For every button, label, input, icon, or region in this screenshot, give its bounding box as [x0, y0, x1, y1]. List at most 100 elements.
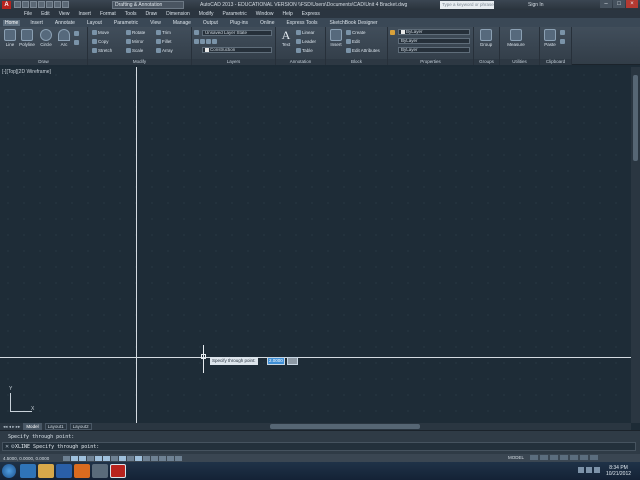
- layer-properties-button[interactable]: [194, 29, 199, 36]
- quick-view-layouts-icon[interactable]: [530, 455, 538, 460]
- utilities-panel-title[interactable]: Utilities: [500, 59, 539, 65]
- search-input[interactable]: Type a keyword or phrase: [440, 1, 494, 9]
- snap-toggle[interactable]: [71, 455, 78, 461]
- annotation-scale-icon[interactable]: [550, 455, 558, 460]
- autocad-app-icon[interactable]: A: [2, 1, 11, 9]
- firefox-taskbar-icon[interactable]: [74, 464, 90, 478]
- command-close-icon[interactable]: ✕ ⚙: [5, 444, 15, 450]
- match-properties-button[interactable]: [390, 29, 395, 36]
- model-space-button[interactable]: MODEL: [508, 455, 524, 460]
- workspace-select[interactable]: Drafting & Annotation: [112, 1, 184, 9]
- redo-icon[interactable]: [62, 1, 69, 8]
- menu-view[interactable]: View: [59, 11, 70, 17]
- block-panel-title[interactable]: Block: [326, 59, 387, 65]
- autocad-taskbar-icon[interactable]: [110, 464, 126, 478]
- measure-button[interactable]: Measure: [504, 29, 528, 47]
- polyline-button[interactable]: Polyline: [19, 29, 35, 47]
- copy-clip-button[interactable]: [560, 38, 565, 45]
- drawing-area[interactable]: [-][Top][2D Wireframe] Specify through p…: [0, 67, 631, 423]
- print-icon[interactable]: [46, 1, 53, 8]
- ortho-toggle[interactable]: [87, 455, 94, 461]
- menu-file[interactable]: File: [24, 11, 32, 17]
- mirror-button[interactable]: Mirror: [126, 38, 144, 45]
- qp-toggle[interactable]: [159, 455, 166, 461]
- sign-in-link[interactable]: Sign In: [528, 2, 544, 8]
- new-icon[interactable]: [14, 1, 21, 8]
- draw-panel-title[interactable]: Draw: [0, 59, 87, 65]
- ducs-toggle[interactable]: [127, 455, 134, 461]
- media-taskbar-icon[interactable]: [92, 464, 108, 478]
- tab-output[interactable]: Output: [201, 20, 220, 26]
- isolate-objects-icon[interactable]: [580, 455, 588, 460]
- properties-panel-title[interactable]: Properties: [388, 59, 473, 65]
- horizontal-scroll-thumb[interactable]: [270, 424, 420, 429]
- table-button[interactable]: Table: [296, 47, 313, 54]
- tab-view[interactable]: View: [148, 20, 163, 26]
- lock-ui-icon[interactable]: [570, 455, 578, 460]
- menu-modify[interactable]: Modify: [199, 11, 214, 17]
- modify-panel-title[interactable]: Modify: [88, 59, 191, 65]
- minimize-button[interactable]: –: [600, 0, 612, 8]
- hatch-tool[interactable]: [74, 39, 79, 46]
- arc-button[interactable]: Arc: [56, 29, 72, 47]
- undo-icon[interactable]: [54, 1, 61, 8]
- ie-taskbar-icon[interactable]: [20, 464, 36, 478]
- line-button[interactable]: Line: [2, 29, 18, 47]
- flag-icon[interactable]: [594, 467, 600, 473]
- volume-icon[interactable]: [586, 467, 592, 473]
- start-button[interactable]: [2, 464, 16, 478]
- osnap-toggle[interactable]: [103, 455, 110, 461]
- restore-button[interactable]: □: [613, 0, 625, 8]
- am-toggle[interactable]: [175, 455, 182, 461]
- dyn-toggle[interactable]: [135, 455, 142, 461]
- tab-sketchbook-designer[interactable]: SketchBook Designer: [328, 20, 380, 26]
- coordinate-readout[interactable]: 4.5000, 0.0000, 0.0000: [3, 456, 63, 461]
- edit-attributes-button[interactable]: Edit Attributes: [346, 47, 380, 54]
- word-taskbar-icon[interactable]: [56, 464, 72, 478]
- circle-button[interactable]: Circle: [38, 29, 54, 47]
- stretch-button[interactable]: Stretch: [92, 47, 112, 54]
- linetype-select[interactable]: ByLayer: [398, 38, 470, 44]
- array-button[interactable]: Array: [156, 47, 173, 54]
- construction-line-horizontal[interactable]: [0, 357, 631, 358]
- taskbar-clock[interactable]: 8:34 PM 10/21/2012: [606, 465, 631, 477]
- rotate-button[interactable]: Rotate: [126, 29, 145, 36]
- polar-toggle[interactable]: [95, 455, 102, 461]
- leader-button[interactable]: Leader: [296, 38, 316, 45]
- group-button[interactable]: Group: [478, 29, 494, 47]
- lwt-toggle[interactable]: [143, 455, 150, 461]
- dynamic-input-angle-field[interactable]: [287, 357, 298, 365]
- workspace-switching-icon[interactable]: [560, 455, 568, 460]
- menu-edit[interactable]: Edit: [41, 11, 50, 17]
- menu-express[interactable]: Express: [302, 11, 320, 17]
- tab-layout2[interactable]: Layout2: [69, 423, 92, 430]
- tab-manage[interactable]: Manage: [171, 20, 193, 26]
- scale-button[interactable]: Scale: [126, 47, 143, 54]
- current-layer-select[interactable]: Construction: [202, 47, 272, 53]
- dynamic-input-field[interactable]: 2.0000: [267, 357, 285, 365]
- network-icon[interactable]: [578, 467, 584, 473]
- close-button[interactable]: ×: [626, 0, 638, 8]
- trim-button[interactable]: Trim: [156, 29, 171, 36]
- cut-button[interactable]: [560, 29, 565, 36]
- paste-button[interactable]: Paste: [542, 29, 558, 47]
- vertical-scroll-thumb[interactable]: [633, 75, 638, 161]
- grid-toggle[interactable]: [79, 455, 86, 461]
- menu-window[interactable]: Window: [256, 11, 274, 17]
- open-icon[interactable]: [22, 1, 29, 8]
- menu-draw[interactable]: Draw: [145, 11, 157, 17]
- 3d-osnap-toggle[interactable]: [111, 455, 118, 461]
- sc-toggle[interactable]: [167, 455, 174, 461]
- tab-layout[interactable]: Layout: [85, 20, 104, 26]
- copy-button[interactable]: Copy: [92, 38, 109, 45]
- clipboard-panel-title[interactable]: Clipboard: [540, 59, 571, 65]
- menu-insert[interactable]: Insert: [78, 11, 91, 17]
- linear-dimension-button[interactable]: Linear: [296, 29, 315, 36]
- viewport-controls[interactable]: [-][Top][2D Wireframe]: [2, 69, 51, 75]
- annotation-panel-title[interactable]: Annotation: [276, 59, 325, 65]
- tab-express-tools[interactable]: Express Tools: [284, 20, 319, 26]
- tab-layout1[interactable]: Layout1: [44, 423, 67, 430]
- tab-annotate[interactable]: Annotate: [53, 20, 77, 26]
- explorer-taskbar-icon[interactable]: [38, 464, 54, 478]
- edit-block-button[interactable]: Edit: [346, 38, 360, 45]
